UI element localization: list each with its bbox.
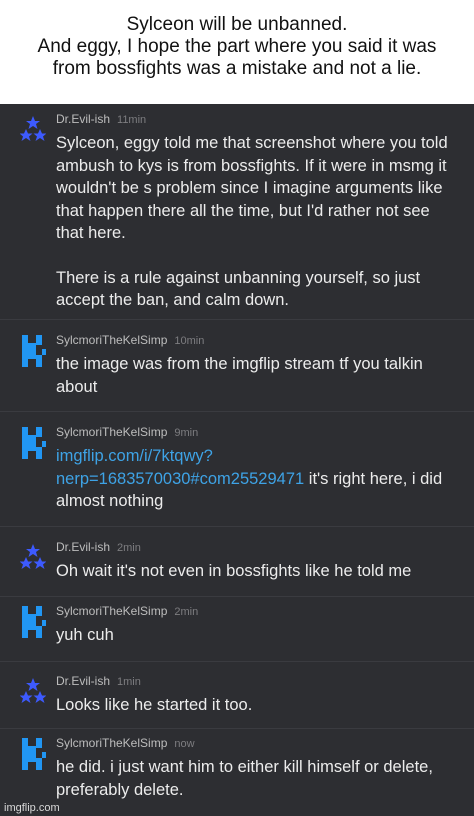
comment-text: Oh wait it's not even in bossfights like…: [56, 562, 412, 580]
caption-line: And eggy, I hope the part where you said…: [37, 36, 437, 57]
evil-stars-icon[interactable]: [20, 676, 46, 708]
comment-author[interactable]: Dr.Evil-ish: [56, 674, 110, 688]
comment-paragraph: Sylceon, eggy told me that screenshot wh…: [56, 134, 448, 242]
comment-author[interactable]: Dr.Evil-ish: [56, 540, 110, 554]
comment-body: imgflip.com/i/7ktqwy?nerp=1683570030#com…: [56, 445, 460, 513]
meme-caption: Sylceon will be unbanned. And eggy, I ho…: [0, 0, 474, 104]
comment-body: he did. i just want him to either kill h…: [56, 756, 460, 801]
imgflip-watermark: imgflip.com: [4, 802, 60, 814]
divider: [0, 596, 474, 597]
comment-author[interactable]: SylcmoriTheKelSimp: [56, 604, 167, 618]
comment-thread: Dr.Evil-ish 11min Sylceon, eggy told me t…: [0, 104, 474, 816]
blue-blocky-icon[interactable]: [20, 606, 46, 638]
comment-time: 10min: [174, 335, 205, 347]
comment-author[interactable]: SylcmoriTheKelSimp: [56, 736, 167, 750]
divider: [0, 728, 474, 729]
comment-body: Sylceon, eggy told me that screenshot wh…: [56, 132, 460, 312]
comment-author[interactable]: SylcmoriTheKelSimp: [56, 333, 167, 347]
blue-blocky-icon[interactable]: [20, 427, 46, 459]
caption-line: Sylceon will be unbanned.: [126, 14, 348, 35]
comment-time: 9min: [174, 427, 199, 439]
comment-time: 2min: [117, 542, 141, 554]
comment-link[interactable]: imgflip.com/i/7ktqwy?nerp=1683570030#com…: [56, 447, 304, 488]
comment-text: he did. i just want him to either kill h…: [56, 758, 433, 799]
divider: [0, 319, 474, 320]
divider: [0, 411, 474, 412]
comment-body: yuh cuh: [56, 624, 460, 647]
comment-author[interactable]: SylcmoriTheKelSimp: [56, 425, 167, 439]
divider: [0, 661, 474, 662]
caption-line: from bossfights was a mistake and not a …: [52, 58, 422, 79]
comment-paragraph: There is a rule against unbanning yourse…: [56, 268, 421, 310]
comment-text: yuh cuh: [56, 626, 114, 644]
comment-time: 2min: [174, 606, 199, 618]
divider: [0, 526, 474, 527]
comment-body: the image was from the imgflip stream tf…: [56, 353, 460, 398]
comment-text: Looks like he started it too.: [56, 696, 253, 714]
comment-body: Oh wait it's not even in bossfights like…: [56, 560, 460, 583]
comment-time: 11min: [117, 114, 147, 126]
blue-blocky-icon[interactable]: [20, 738, 46, 770]
blue-blocky-icon[interactable]: [20, 335, 46, 367]
comment-time: now: [174, 738, 195, 750]
comment-body: Looks like he started it too.: [56, 694, 460, 717]
comment-text: the image was from the imgflip stream tf…: [56, 355, 423, 396]
comment-time: 1min: [117, 676, 141, 688]
evil-stars-icon[interactable]: [20, 542, 46, 574]
comment-author[interactable]: Dr.Evil-ish: [56, 112, 110, 126]
evil-stars-icon[interactable]: [20, 114, 46, 146]
